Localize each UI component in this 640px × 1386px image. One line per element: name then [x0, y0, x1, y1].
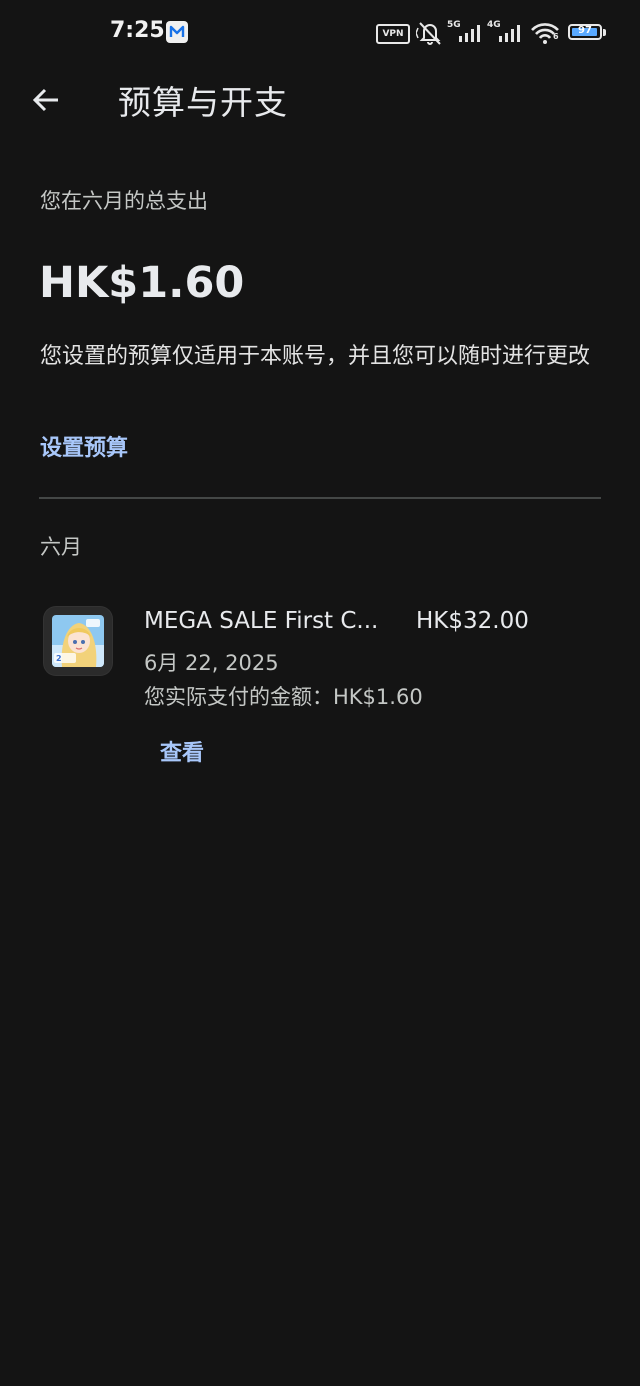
signal-icon — [459, 25, 480, 42]
month-header: 六月 — [40, 535, 82, 559]
app-icon[interactable]: 2 — [44, 607, 112, 675]
vpn-badge: VPN — [376, 24, 410, 44]
mute-icon — [416, 22, 441, 45]
battery-tip — [603, 29, 606, 36]
view-transaction-button[interactable]: 查看 — [160, 735, 204, 767]
page-title: 预算与开支 — [118, 83, 288, 122]
battery-level: 97 — [578, 25, 592, 36]
transaction-paid-amount: HK$1.60 — [333, 685, 423, 709]
transaction-price: HK$32.00 — [416, 608, 529, 634]
status-bar: 7:25 VPN 5G 4G 6 97 — [0, 0, 640, 66]
budget-and-spending-screen: 7:25 VPN 5G 4G 6 97 预算与开支 您在六月的总支出 HK$1.… — [0, 0, 640, 1386]
back-arrow-icon — [32, 88, 58, 112]
total-spending-label: 您在六月的总支出 — [40, 189, 208, 213]
wifi-sub-label: 6 — [553, 32, 559, 41]
app-icon-art: 2 — [52, 615, 104, 667]
mail-icon — [166, 21, 188, 43]
transaction-paid-row: 您实际支付的金额：HK$1.60 — [144, 681, 423, 711]
battery-icon: 97 — [568, 24, 602, 40]
transaction-title: MEGA SALE First C... — [144, 608, 379, 634]
signal-icon-2 — [499, 25, 520, 42]
set-budget-button[interactable]: 设置预算 — [40, 430, 128, 462]
total-spending-amount: HK$1.60 — [39, 258, 245, 308]
status-time: 7:25 — [110, 18, 165, 43]
svg-text:2: 2 — [56, 654, 62, 663]
transaction-date: 6月 22, 2025 — [144, 651, 279, 675]
back-button[interactable] — [22, 76, 70, 124]
divider — [39, 497, 601, 499]
transaction-paid-label: 您实际支付的金额： — [144, 685, 333, 709]
budget-note: 您设置的预算仅适用于本账号，并且您可以随时进行更改 — [40, 344, 591, 369]
